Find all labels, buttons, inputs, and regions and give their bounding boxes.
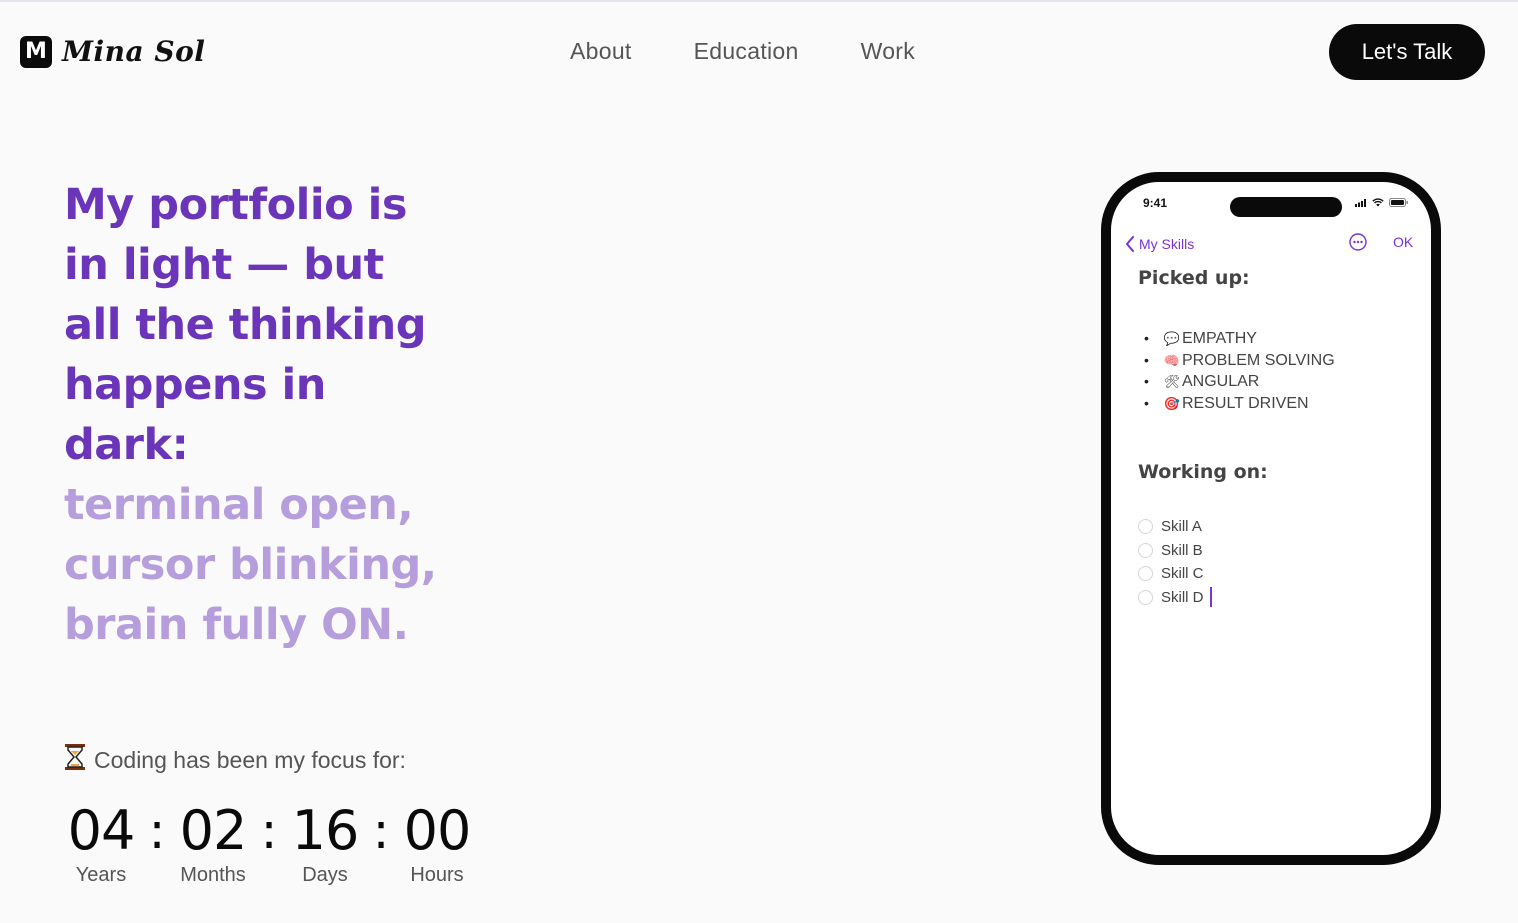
counter-label: Months (180, 864, 246, 886)
counter-separator: : (372, 802, 390, 860)
list-item: • 🛠 ANGULAR (1144, 371, 1335, 393)
hero-line: cursor blinking, (64, 540, 437, 590)
battery-icon (1389, 198, 1408, 207)
more-options-icon[interactable] (1349, 233, 1367, 251)
skill-label: ANGULAR (1182, 373, 1260, 390)
skill-label: Skill C (1161, 565, 1204, 583)
wifi-icon (1372, 198, 1384, 207)
hero-line: brain fully ON. (64, 600, 409, 650)
hero-line: happens in (64, 360, 326, 410)
skill-label: PROBLEM SOLVING (1182, 351, 1335, 369)
hero-dark-text: My portfolio is in light — but all the t… (64, 175, 484, 475)
counter-value: 16 (291, 799, 360, 862)
working-on-list: Skill A Skill B Skill C Skill D (1138, 515, 1212, 609)
lets-talk-button[interactable]: Let's Talk (1329, 24, 1485, 80)
brain-icon: 🧠 (1163, 352, 1181, 368)
hero-line: terminal open, (64, 480, 414, 530)
counter-separator: : (148, 802, 166, 860)
back-button[interactable]: My Skills (1125, 236, 1194, 252)
nav-work[interactable]: Work (861, 38, 915, 65)
skill-checkbox-item[interactable]: Skill B (1138, 539, 1212, 563)
focus-text: Coding has been my focus for: (94, 747, 406, 773)
nav-education[interactable]: Education (694, 38, 799, 65)
main-nav: About Education Work (570, 38, 915, 65)
counter-hours: 00 Hours (400, 798, 474, 887)
hero-line: My portfolio is (64, 180, 407, 230)
counter-value: 00 (403, 799, 472, 862)
signal-icon (1355, 198, 1366, 207)
logo[interactable]: M Mina Sol (20, 35, 205, 68)
counter-value: 04 (67, 799, 136, 862)
picked-up-list: • 💬 EMPATHY • 🧠 PROBLEM SOLVING • 🛠 ANGU… (1144, 328, 1335, 414)
radio-circle-icon[interactable] (1138, 542, 1153, 558)
hero-light-text: terminal open, cursor blinking, brain fu… (64, 475, 484, 655)
list-item: • 🧠 PROBLEM SOLVING (1144, 350, 1335, 372)
counter-label: Years (75, 864, 127, 886)
picked-up-title: Picked up: (1138, 267, 1250, 289)
status-time: 9:41 (1143, 196, 1168, 210)
hero-line: dark: (64, 420, 189, 470)
logo-text: Mina Sol (62, 35, 206, 68)
focus-counter: 04 Years : 02 Months : 16 Days : 00 Hour… (64, 798, 474, 887)
speech-bubble-icon: 💬 (1163, 331, 1181, 346)
skill-label: Skill B (1161, 541, 1203, 559)
counter-years: 04 Years (64, 798, 138, 887)
skill-checkbox-item[interactable]: Skill A (1138, 515, 1212, 539)
radio-circle-icon[interactable] (1138, 519, 1153, 535)
hourglass-icon (64, 744, 86, 777)
counter-months: 02 Months (176, 798, 250, 887)
page: M Mina Sol About Education Work Let's Ta… (0, 0, 1518, 923)
counter-separator: : (260, 802, 278, 860)
tools-icon: 🛠 (1163, 374, 1181, 389)
list-item: • 🎯 RESULT DRIVEN (1144, 393, 1335, 415)
hero-line: in light — but (64, 240, 384, 290)
radio-circle-icon[interactable] (1138, 566, 1153, 582)
dynamic-island (1230, 197, 1342, 217)
counter-days: 16 Days (288, 798, 362, 887)
skill-checkbox-item[interactable]: Skill C (1138, 562, 1212, 586)
skill-label: RESULT DRIVEN (1182, 394, 1309, 412)
text-cursor (1209, 587, 1212, 608)
phone-mockup: 9:41 My Skills OK Picked up: • 💬 EMPATHY… (1101, 172, 1441, 865)
status-icons (1355, 198, 1409, 207)
back-label: My Skills (1139, 236, 1195, 252)
chevron-left-icon (1125, 236, 1134, 252)
skill-checkbox-item[interactable]: Skill D (1138, 586, 1212, 610)
hero-heading: My portfolio is in light — but all the t… (64, 175, 484, 655)
counter-value: 02 (179, 799, 248, 862)
skill-label: Skill D (1161, 588, 1204, 606)
skill-label: Skill A (1161, 518, 1202, 536)
logo-mark-icon: M (20, 35, 52, 68)
list-item: • 💬 EMPATHY (1144, 328, 1335, 350)
target-icon: 🎯 (1163, 395, 1181, 411)
focus-line: Coding has been my focus for: (64, 744, 406, 777)
counter-label: Hours (410, 864, 464, 886)
nav-about[interactable]: About (570, 38, 632, 65)
hero-line: all the thinking (64, 300, 427, 350)
counter-label: Days (302, 864, 348, 886)
radio-circle-icon[interactable] (1138, 589, 1153, 605)
ok-button[interactable]: OK (1393, 234, 1413, 250)
working-on-title: Working on: (1138, 461, 1268, 483)
skill-label: EMPATHY (1182, 330, 1257, 347)
